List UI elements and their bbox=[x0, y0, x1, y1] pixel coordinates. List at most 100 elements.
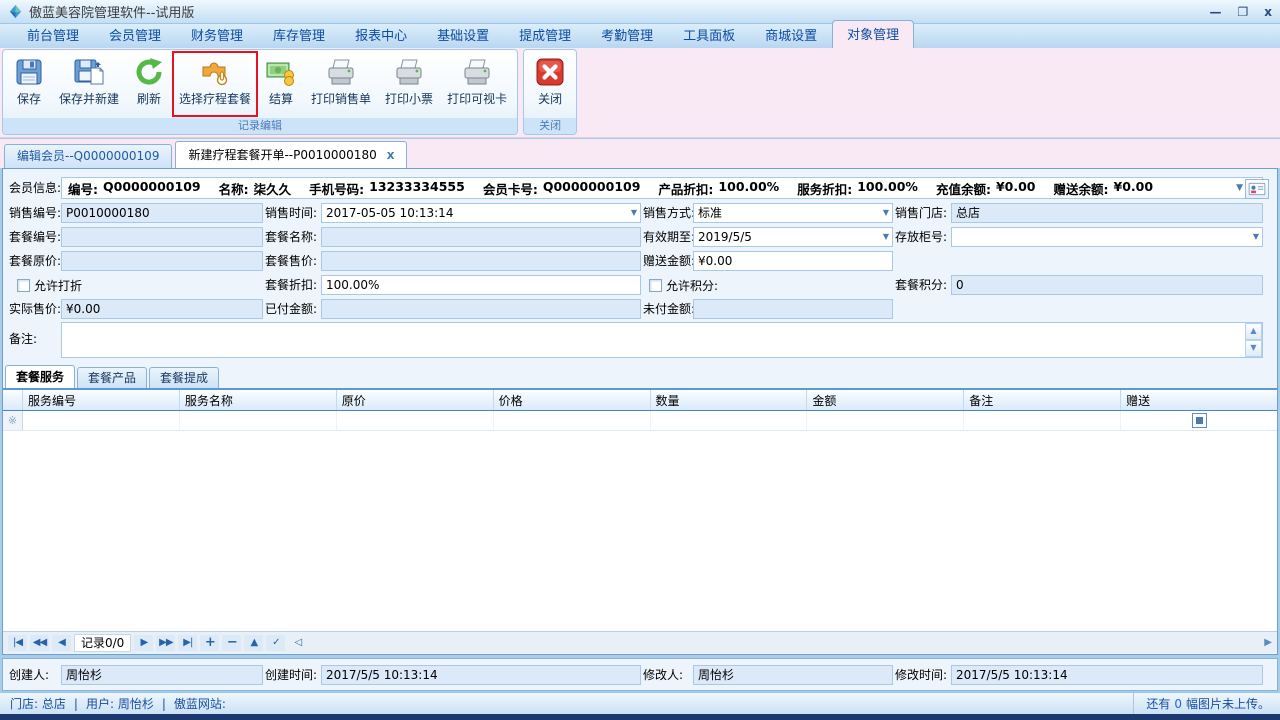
cell-gift[interactable] bbox=[1121, 411, 1277, 430]
dropdown-arrow-icon[interactable]: ▼ bbox=[883, 233, 889, 241]
settle-button[interactable]: 结算 bbox=[258, 51, 304, 117]
tab-package-services[interactable]: 套餐服务 bbox=[5, 365, 75, 388]
create-time-label: 创建时间: bbox=[265, 665, 317, 685]
record-navigator: |◀ ◀◀ ◀ 记录0/0 ▶ ▶▶ ▶| + − ▲ ✓ ◁ ▶ bbox=[3, 631, 1277, 653]
package-points-field[interactable]: 0 bbox=[951, 275, 1263, 295]
tab-close-icon[interactable]: x bbox=[387, 149, 395, 161]
select-treatment-package-button[interactable]: 选择疗程套餐 bbox=[172, 51, 258, 117]
menu-item-commission[interactable]: 提成管理 bbox=[504, 22, 586, 48]
column-header-remark[interactable]: 备注 bbox=[964, 390, 1121, 410]
cell-quantity[interactable] bbox=[651, 411, 808, 430]
print-sale-slip-button[interactable]: 打印销售单 bbox=[304, 51, 378, 117]
save-and-new-button[interactable]: 保存并新建 bbox=[52, 51, 126, 117]
nav-last-button[interactable]: ▶| bbox=[178, 635, 197, 651]
column-header-original-price[interactable]: 原价 bbox=[337, 390, 494, 410]
minimize-button[interactable]: — bbox=[1209, 5, 1221, 19]
allow-discount-checkbox[interactable]: 允许打折 bbox=[17, 275, 82, 295]
actual-price-label: 实际售价: bbox=[9, 299, 61, 319]
menu-item-attendance[interactable]: 考勤管理 bbox=[586, 22, 668, 48]
menu-bar: 前台管理 会员管理 财务管理 库存管理 报表中心 基础设置 提成管理 考勤管理 … bbox=[0, 24, 1280, 48]
nav-cancel-button[interactable]: ◁ bbox=[288, 635, 307, 651]
dropdown-arrow-icon[interactable]: ▼ bbox=[1253, 233, 1259, 241]
sale-no-field[interactable]: P0010000180 bbox=[61, 203, 263, 223]
grid-new-row[interactable]: ※ bbox=[3, 411, 1277, 431]
cell-original-price[interactable] bbox=[337, 411, 494, 430]
unpaid-amount-field[interactable] bbox=[693, 299, 893, 319]
tab-edit-member[interactable]: 编辑会员--Q0000000109 bbox=[4, 144, 172, 168]
scroll-up-icon[interactable]: ▲ bbox=[1245, 323, 1262, 340]
gift-amount-field[interactable]: ¥0.00 bbox=[693, 251, 893, 271]
menu-item-object-management[interactable]: 对象管理 bbox=[832, 20, 914, 48]
cell-service-no[interactable] bbox=[23, 411, 180, 430]
column-header-service-no[interactable]: 服务编号 bbox=[23, 390, 180, 410]
creator-field[interactable]: 周怡杉 bbox=[61, 665, 263, 685]
menu-item-finance[interactable]: 财务管理 bbox=[176, 22, 258, 48]
menu-item-tools[interactable]: 工具面板 bbox=[668, 22, 750, 48]
nav-prev-page-button[interactable]: ◀◀ bbox=[30, 635, 49, 651]
close-tab-button[interactable]: 关闭 bbox=[527, 51, 573, 117]
menu-item-reports[interactable]: 报表中心 bbox=[340, 22, 422, 48]
valid-until-field[interactable]: 2019/5/5▼ bbox=[693, 227, 893, 247]
window-bottom-edge bbox=[0, 714, 1280, 720]
save-button[interactable]: 保存 bbox=[6, 51, 52, 117]
nav-insert-button[interactable]: + bbox=[200, 635, 219, 651]
nav-next-button[interactable]: ▶ bbox=[134, 635, 153, 651]
cell-price[interactable] bbox=[494, 411, 651, 430]
print-visual-card-button[interactable]: 打印可视卡 bbox=[440, 51, 514, 117]
print-receipt-button[interactable]: 打印小票 bbox=[378, 51, 440, 117]
nav-first-button[interactable]: |◀ bbox=[8, 635, 27, 651]
package-no-field[interactable] bbox=[61, 227, 263, 247]
allow-points-checkbox[interactable]: 允许积分: bbox=[649, 275, 718, 295]
column-header-quantity[interactable]: 数量 bbox=[651, 390, 808, 410]
tab-package-commission[interactable]: 套餐提成 bbox=[149, 367, 219, 388]
scroll-down-icon[interactable]: ▼ bbox=[1245, 340, 1262, 357]
menu-item-mall-settings[interactable]: 商城设置 bbox=[750, 22, 832, 48]
menu-item-inventory[interactable]: 库存管理 bbox=[258, 22, 340, 48]
menu-item-basic-settings[interactable]: 基础设置 bbox=[422, 22, 504, 48]
status-separator: | bbox=[74, 697, 78, 711]
column-header-amount[interactable]: 金额 bbox=[807, 390, 964, 410]
package-sale-price-field[interactable] bbox=[321, 251, 641, 271]
column-header-price[interactable]: 价格 bbox=[494, 390, 651, 410]
maximize-button[interactable]: ❐ bbox=[1237, 5, 1248, 19]
sale-store-field[interactable]: 总店 bbox=[951, 203, 1263, 223]
package-discount-field[interactable]: 100.00% bbox=[321, 275, 641, 295]
locker-no-field[interactable]: ▼ bbox=[951, 227, 1263, 247]
member-card-button[interactable] bbox=[1245, 179, 1269, 199]
package-discount-label: 套餐折扣: bbox=[265, 275, 317, 295]
audit-info-bar: 创建人: 周怡杉 创建时间: 2017/5/5 10:13:14 修改人: 周怡… bbox=[2, 658, 1278, 691]
cell-amount[interactable] bbox=[807, 411, 964, 430]
nav-next-page-button[interactable]: ▶▶ bbox=[156, 635, 175, 651]
cell-remark[interactable] bbox=[964, 411, 1121, 430]
cell-service-name[interactable] bbox=[180, 411, 337, 430]
menu-item-front-desk[interactable]: 前台管理 bbox=[12, 22, 94, 48]
member-dropdown-arrow-icon[interactable]: ▼ bbox=[1236, 183, 1243, 193]
sale-time-field[interactable]: 2017-05-05 10:13:14▼ bbox=[321, 203, 641, 223]
nav-edit-button[interactable]: ▲ bbox=[244, 635, 263, 651]
nav-delete-button[interactable]: − bbox=[222, 635, 241, 651]
nav-side-arrow-icon[interactable]: ▶ bbox=[1264, 637, 1272, 648]
menu-item-members[interactable]: 会员管理 bbox=[94, 22, 176, 48]
tab-package-products[interactable]: 套餐产品 bbox=[77, 367, 147, 388]
create-time-field[interactable]: 2017/5/5 10:13:14 bbox=[321, 665, 641, 685]
sale-type-value: 标准 bbox=[698, 206, 722, 220]
actual-price-field[interactable]: ¥0.00 bbox=[61, 299, 263, 319]
paid-amount-field[interactable] bbox=[321, 299, 641, 319]
remark-field[interactable]: ▲ ▼ bbox=[61, 322, 1263, 358]
dropdown-arrow-icon[interactable]: ▼ bbox=[631, 209, 637, 217]
refresh-button[interactable]: 刷新 bbox=[126, 51, 172, 117]
package-name-field[interactable] bbox=[321, 227, 641, 247]
tab-new-package-order[interactable]: 新建疗程套餐开单--P0010000180 x bbox=[175, 141, 407, 168]
column-header-service-name[interactable]: 服务名称 bbox=[180, 390, 337, 410]
gift-checkbox-icon[interactable] bbox=[1192, 413, 1207, 428]
package-original-price-field[interactable] bbox=[61, 251, 263, 271]
nav-post-button[interactable]: ✓ bbox=[266, 635, 285, 651]
dropdown-arrow-icon[interactable]: ▼ bbox=[883, 209, 889, 217]
modifier-field[interactable]: 周怡杉 bbox=[693, 665, 893, 685]
close-window-button[interactable]: x bbox=[1264, 5, 1272, 19]
column-header-gift[interactable]: 赠送 bbox=[1121, 390, 1277, 410]
sale-type-field[interactable]: 标准 ▼ bbox=[693, 203, 893, 223]
checkbox-icon bbox=[17, 279, 30, 292]
modify-time-field[interactable]: 2017/5/5 10:13:14 bbox=[951, 665, 1263, 685]
nav-prev-button[interactable]: ◀ bbox=[52, 635, 71, 651]
